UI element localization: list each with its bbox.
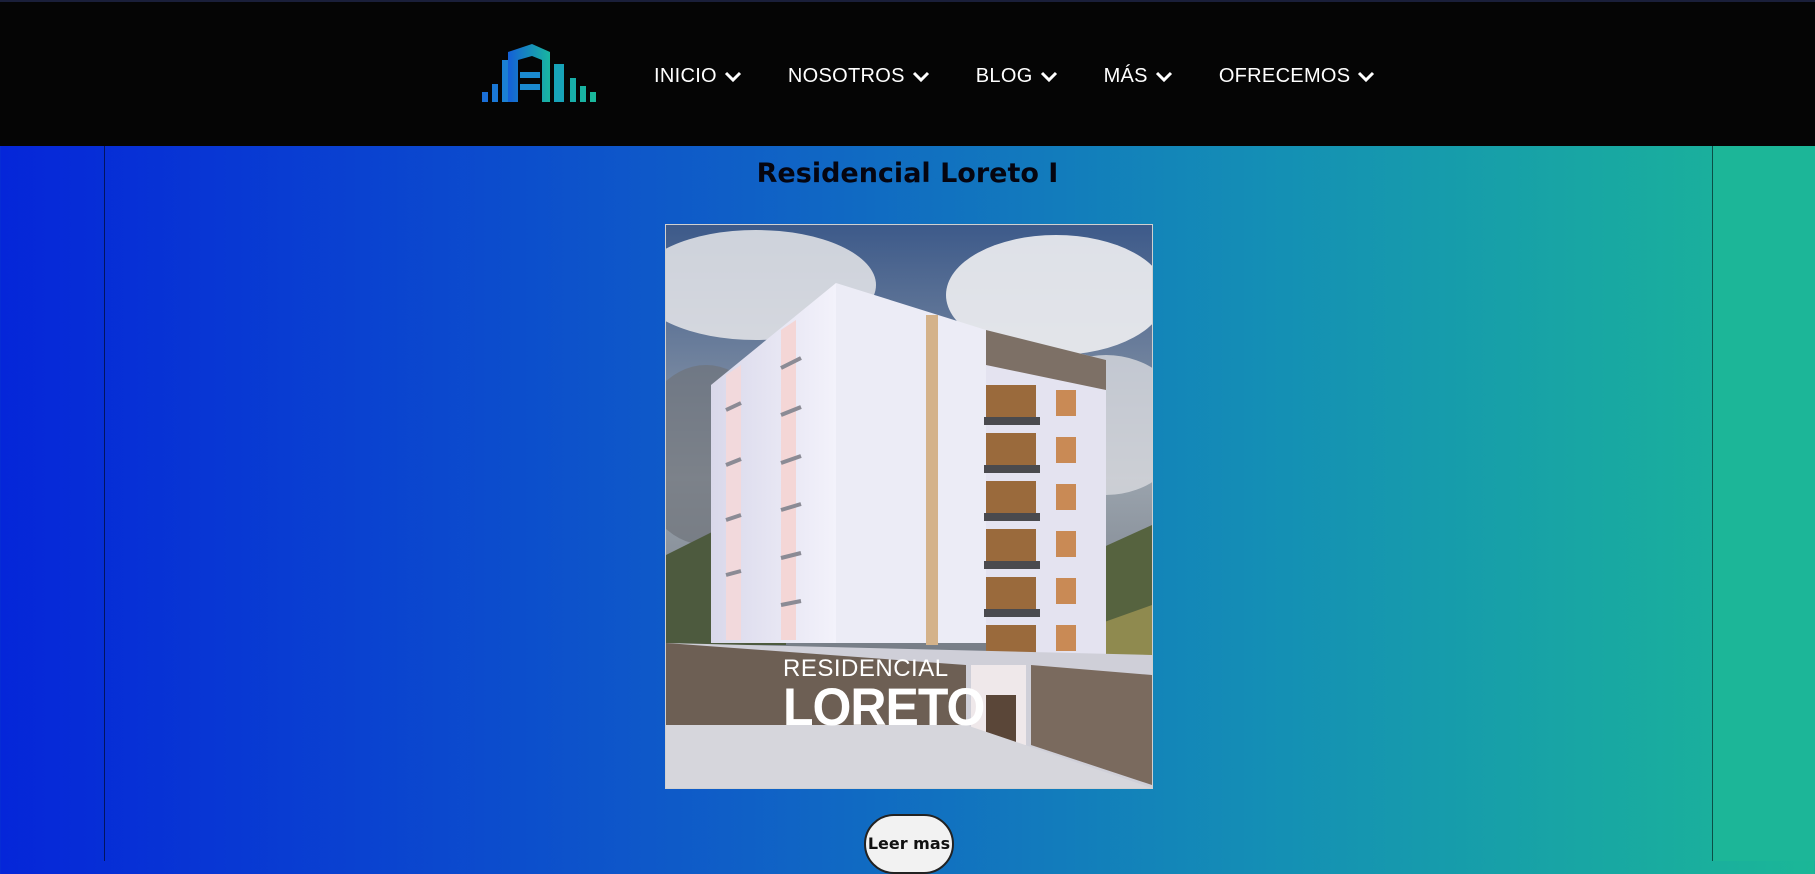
nav-item-label: MÁS [1103, 65, 1148, 87]
chevron-down-icon [724, 71, 741, 82]
chevron-down-icon [1155, 71, 1172, 82]
nav-item-label: NOSOTROS [787, 65, 905, 87]
building-logo-icon[interactable] [480, 42, 604, 104]
chevron-down-icon [1040, 71, 1057, 82]
chevron-down-icon [912, 71, 929, 82]
main-menu: INICIO NOSOTROS BLOG MÁS OFRECEMOS [654, 65, 1375, 88]
chevron-down-icon [1358, 71, 1375, 82]
top-navbar: INICIO NOSOTROS BLOG MÁS OFRECEMOS [0, 0, 1815, 146]
nav-item-label: BLOG [975, 65, 1033, 87]
nav-item-nosotros[interactable]: NOSOTROS [788, 65, 930, 88]
project-image[interactable]: RESIDENCIAL LORETO [665, 224, 1153, 789]
content-divider-left [104, 146, 105, 861]
sign-line-loreto: LORETO [783, 677, 985, 737]
nav-item-label: INICIO [654, 65, 717, 87]
nav-item-mas[interactable]: MÁS [1104, 65, 1173, 88]
page-title: Residencial Loreto I [756, 158, 1059, 189]
nav-item-ofrecemos[interactable]: OFRECEMOS [1219, 65, 1376, 88]
content-divider-right [1712, 146, 1713, 861]
nav-item-blog[interactable]: BLOG [976, 65, 1058, 88]
nav-item-label: OFRECEMOS [1218, 65, 1351, 87]
read-more-button[interactable]: Leer mas [864, 814, 954, 874]
nav-item-inicio[interactable]: INICIO [654, 65, 742, 88]
right-side-band [1713, 146, 1815, 861]
